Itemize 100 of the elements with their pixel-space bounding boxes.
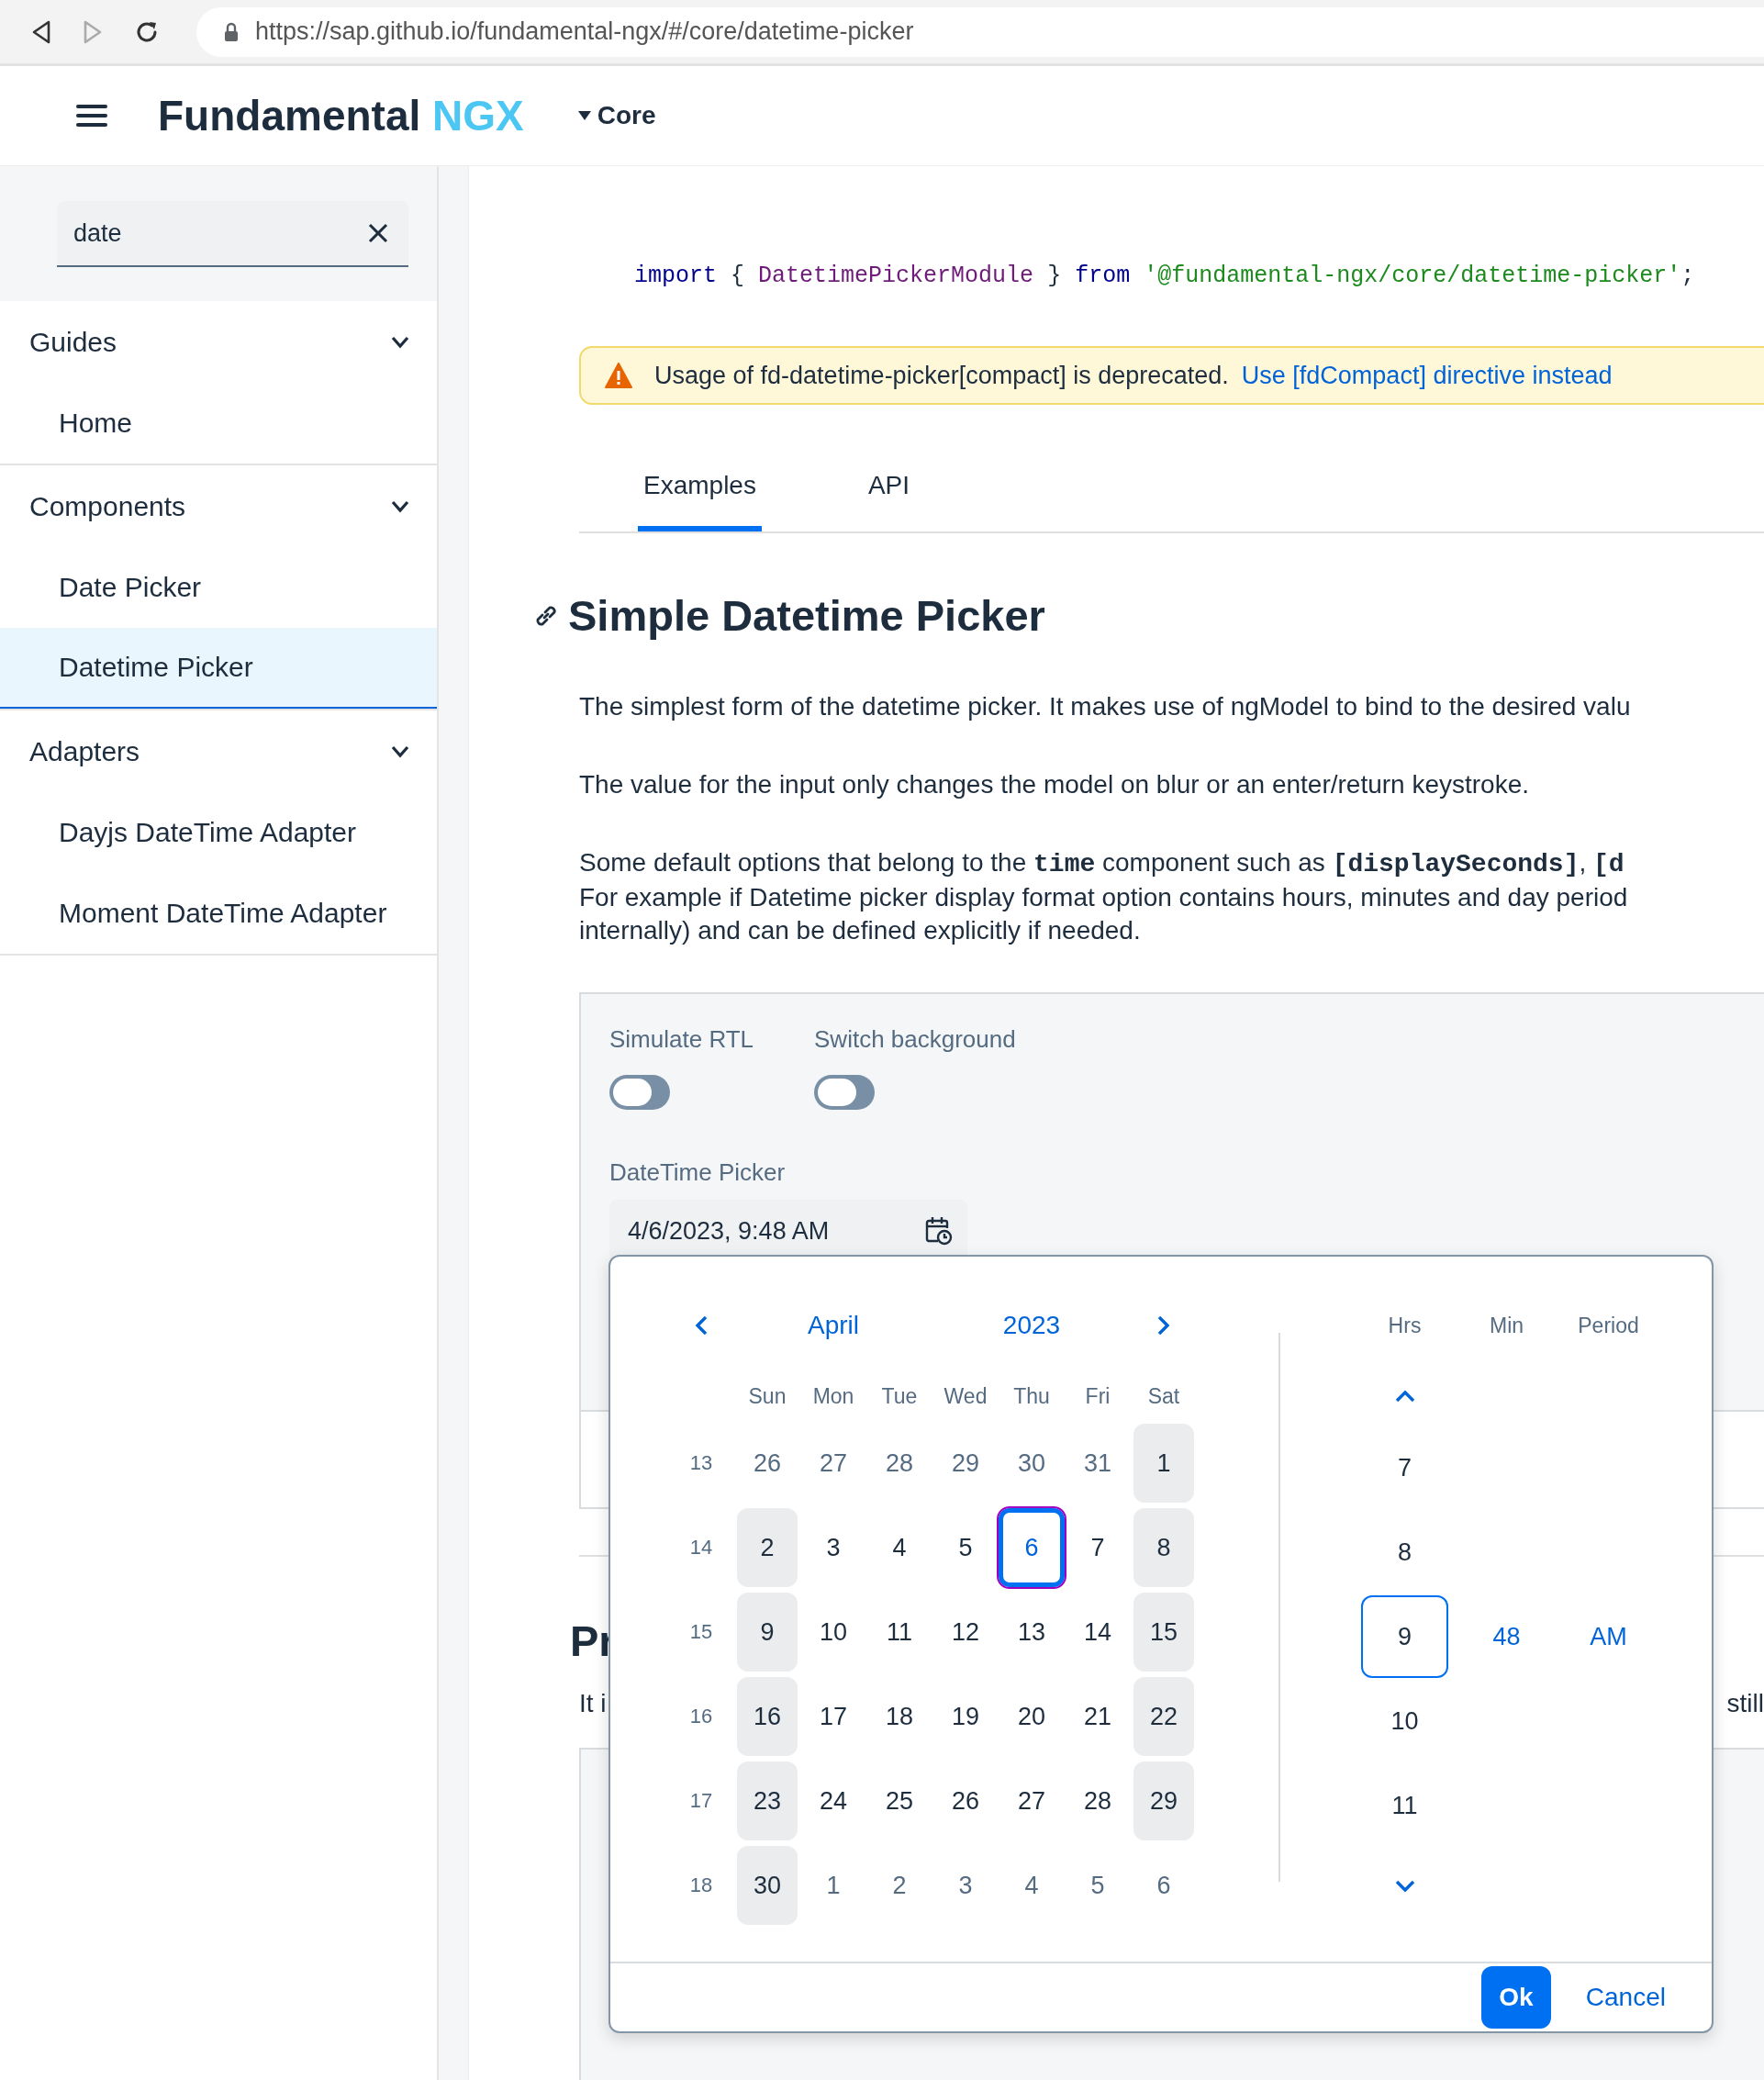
hour-option[interactable]: 10: [1361, 1680, 1448, 1762]
weekday-label: Tue: [881, 1383, 918, 1409]
weekday-label: Sun: [748, 1383, 787, 1409]
nav-item[interactable]: Dayjs DateTime Adapter: [0, 792, 437, 873]
day-cell[interactable]: 3: [803, 1508, 864, 1587]
time-column-label: Hrs: [1388, 1313, 1422, 1338]
nav-item[interactable]: Moment DateTime Adapter: [0, 873, 437, 954]
nav-group[interactable]: Components: [0, 465, 437, 547]
section-heading: Simple Datetime Picker: [568, 590, 1045, 642]
toggle-switch[interactable]: [814, 1075, 876, 1110]
day-cell[interactable]: 6: [1133, 1846, 1194, 1925]
day-cell[interactable]: 31: [1067, 1424, 1128, 1503]
day-cell[interactable]: 15: [1133, 1593, 1194, 1672]
day-cell[interactable]: 24: [803, 1761, 864, 1840]
lock-icon: [224, 21, 239, 42]
hour-option[interactable]: 8: [1361, 1511, 1448, 1594]
week-number: 16: [689, 1705, 713, 1728]
day-cell[interactable]: 6: [999, 1508, 1065, 1587]
warning-message: Usage of fd-datetime-picker[compact] is deprecated.: [654, 361, 1229, 390]
day-cell[interactable]: 23: [737, 1761, 798, 1840]
day-cell[interactable]: 19: [935, 1677, 996, 1756]
nav-item[interactable]: Datetime Picker: [0, 628, 437, 709]
day-cell[interactable]: 27: [1001, 1761, 1062, 1840]
month-button[interactable]: April: [808, 1311, 859, 1340]
day-cell[interactable]: 3: [935, 1846, 996, 1925]
day-cell[interactable]: 30: [1001, 1424, 1062, 1503]
day-cell[interactable]: 21: [1067, 1677, 1128, 1756]
tab[interactable]: Examples: [638, 440, 762, 531]
menu-icon[interactable]: [76, 104, 107, 128]
search-field[interactable]: date: [57, 201, 408, 267]
day-cell[interactable]: 4: [869, 1508, 930, 1587]
day-cell[interactable]: 30: [737, 1846, 798, 1925]
weekday-label: Sat: [1147, 1383, 1180, 1409]
previous-month-icon[interactable]: [694, 1315, 709, 1336]
brand-logo[interactable]: Fundamental NGX: [158, 91, 524, 140]
warning-icon: [605, 363, 632, 388]
caret-icon: [576, 110, 592, 121]
day-cell[interactable]: 16: [737, 1677, 798, 1756]
day-cell[interactable]: 12: [935, 1593, 996, 1672]
period-option[interactable]: AM: [1590, 1622, 1627, 1651]
nav-group[interactable]: Guides: [0, 301, 437, 383]
toggle-label: Simulate RTL: [609, 1025, 754, 1054]
time-column-label: Period: [1578, 1313, 1639, 1338]
day-cell[interactable]: 17: [803, 1677, 864, 1756]
day-cell[interactable]: 9: [737, 1593, 798, 1672]
weekday-label: Wed: [943, 1383, 988, 1409]
field-label: DateTime Picker: [609, 1158, 787, 1187]
toggle-switch[interactable]: [609, 1075, 670, 1110]
day-cell[interactable]: 1: [803, 1846, 864, 1925]
week-number: 18: [689, 1873, 713, 1897]
nav-item[interactable]: Date Picker: [0, 547, 437, 628]
ok-button[interactable]: Ok: [1480, 1966, 1551, 2029]
day-cell[interactable]: 10: [803, 1593, 864, 1672]
day-cell[interactable]: 13: [1001, 1593, 1062, 1672]
weekday-label: Fri: [1085, 1383, 1111, 1409]
day-cell[interactable]: 20: [1001, 1677, 1062, 1756]
day-cell[interactable]: 2: [869, 1846, 930, 1925]
core-menu[interactable]: Core: [576, 101, 656, 130]
day-cell[interactable]: 26: [935, 1761, 996, 1840]
weekday-label: Mon: [812, 1383, 854, 1409]
hour-option[interactable]: 9: [1361, 1595, 1448, 1678]
day-cell[interactable]: 2: [737, 1508, 798, 1587]
day-cell[interactable]: 27: [803, 1424, 864, 1503]
day-cell[interactable]: 1: [1133, 1424, 1194, 1503]
description-text: still: [1726, 1688, 1764, 1719]
day-cell[interactable]: 25: [869, 1761, 930, 1840]
day-cell[interactable]: 28: [869, 1424, 930, 1503]
tab[interactable]: API: [862, 440, 916, 531]
day-cell[interactable]: 14: [1067, 1593, 1128, 1672]
clear-icon[interactable]: [368, 223, 388, 243]
cancel-button[interactable]: Cancel: [1585, 1983, 1666, 2012]
day-cell[interactable]: 29: [1133, 1761, 1194, 1840]
day-cell[interactable]: 5: [1067, 1846, 1128, 1925]
hour-option[interactable]: 11: [1361, 1764, 1448, 1847]
day-cell[interactable]: 28: [1067, 1761, 1128, 1840]
hour-option[interactable]: 7: [1361, 1426, 1448, 1509]
day-cell[interactable]: 5: [935, 1508, 996, 1587]
description-text: Some default options that belong to the time component such as [displaySeconds], [d For example if Datetime picker display format option contains hours, minutes and day period internally) and can be defined explicitly if needed.: [579, 847, 1629, 946]
day-cell[interactable]: 22: [1133, 1677, 1194, 1756]
year-button[interactable]: 2023: [1002, 1311, 1061, 1340]
day-cell[interactable]: 26: [737, 1424, 798, 1503]
day-cell[interactable]: 7: [1067, 1508, 1128, 1587]
week-number: 15: [689, 1620, 713, 1644]
chevron-down-icon[interactable]: [1394, 1880, 1415, 1893]
description-text: It i: [579, 1688, 607, 1719]
day-cell[interactable]: 4: [1001, 1846, 1062, 1925]
day-cell[interactable]: 8: [1133, 1508, 1194, 1587]
next-month-icon[interactable]: [1156, 1315, 1171, 1336]
chevron-up-icon[interactable]: [1394, 1390, 1415, 1403]
address-bar[interactable]: https://sap.github.io/fundamental-ngx/#/core/datetime-picker: [196, 6, 1764, 57]
time-column-label: Min: [1489, 1313, 1524, 1338]
calendar-clock-icon[interactable]: [925, 1216, 953, 1246]
minute-option[interactable]: 48: [1492, 1622, 1521, 1651]
day-cell[interactable]: 11: [869, 1593, 930, 1672]
directive-link[interactable]: Use [fdCompact] directive instead: [1241, 361, 1613, 390]
nav-group[interactable]: Adapters: [0, 710, 437, 792]
back-icon[interactable]: [31, 19, 51, 44]
day-cell[interactable]: 18: [869, 1677, 930, 1756]
day-cell[interactable]: 29: [935, 1424, 996, 1503]
nav-item[interactable]: Home: [0, 383, 437, 464]
